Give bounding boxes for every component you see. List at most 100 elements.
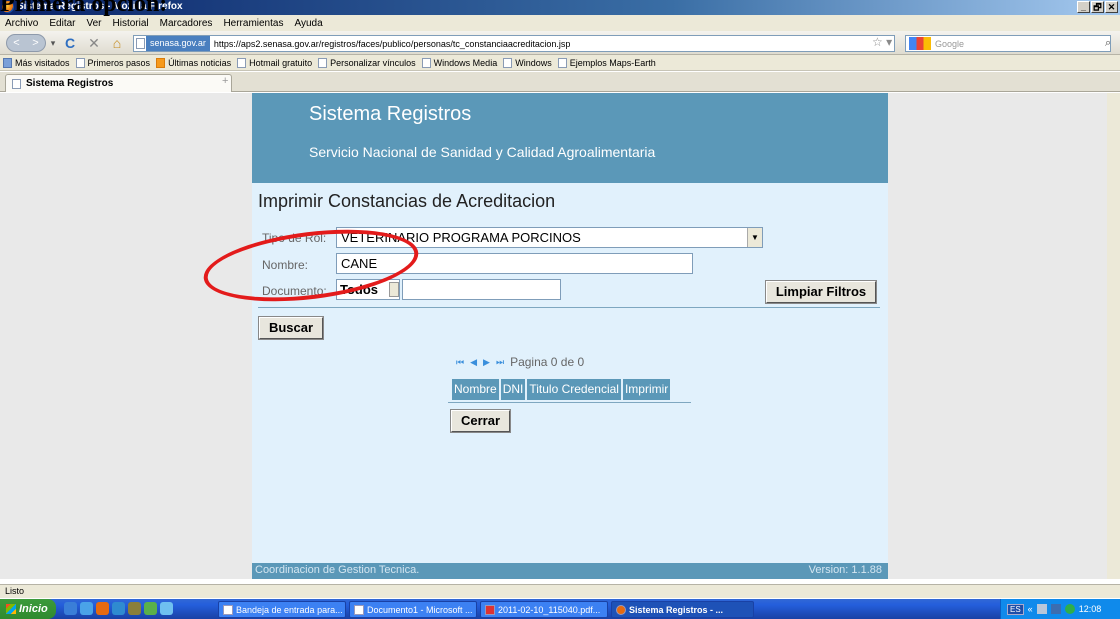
app-title: Sistema Registros (309, 103, 472, 125)
rss-icon (156, 57, 166, 68)
navigation-toolbar: < > ▾ C ✕ ⌂ senasa.gov.ar https://aps2.s… (0, 31, 1120, 55)
page-icon (503, 57, 513, 68)
browser-icon[interactable] (80, 602, 93, 615)
vertical-scrollbar[interactable] (1107, 93, 1120, 579)
pager: ⏮ ◀ ▶ ⏭ Pagina 0 de 0 (456, 355, 584, 369)
system-tray: ES « 12:08 (1000, 599, 1120, 619)
limpiar-filtros-button[interactable]: Limpiar Filtros (765, 280, 877, 304)
page-icon (237, 57, 247, 68)
url-bar[interactable]: senasa.gov.ar https://aps2.senasa.gov.ar… (133, 35, 895, 52)
buscar-button[interactable]: Buscar (258, 316, 324, 340)
forward-button[interactable]: > (32, 37, 38, 49)
menu-ayuda[interactable]: Ayuda (294, 18, 322, 29)
menu-editar[interactable]: Editar (49, 18, 75, 29)
bookmark-personalizar[interactable]: Personalizar vínculos (318, 57, 416, 68)
stop-icon[interactable]: ✕ (86, 35, 102, 52)
google-search-engine-icon[interactable] (909, 37, 931, 50)
page-count: Pagina 0 de 0 (510, 355, 585, 369)
internet-explorer-icon[interactable] (64, 602, 77, 615)
network-icon[interactable] (1050, 604, 1061, 614)
start-button[interactable]: Inicio (0, 599, 56, 619)
page-favicon-icon (136, 38, 145, 49)
page-title: Imprimir Constancias de Acreditacion (258, 191, 556, 211)
tab-sistema-registros[interactable]: Sistema Registros (5, 74, 232, 92)
footer-version: Version: 1.1.88 (808, 564, 882, 576)
status-bar: Listo (0, 584, 1120, 598)
app-icon[interactable] (160, 602, 173, 615)
window-controls: _ 🗗 ✕ (1077, 1, 1118, 13)
task-word[interactable]: Documento1 - Microsoft ... (349, 601, 477, 618)
tray-expand-icon[interactable]: « (1028, 604, 1033, 614)
firefox-icon (616, 604, 626, 615)
word-icon (354, 604, 364, 615)
app-footer: Coordinacion de Gestion Tecnica. Version… (252, 563, 888, 579)
grid-separator (448, 402, 691, 403)
next-page-icon[interactable]: ▶ (483, 357, 490, 368)
app-icon[interactable] (112, 602, 125, 615)
close-button[interactable]: ✕ (1105, 1, 1118, 13)
column-nombre[interactable]: Nombre (452, 379, 499, 400)
page-icon (318, 57, 328, 68)
column-titulo-credencial[interactable]: Titulo Credencial (527, 379, 621, 400)
bookmark-ejemplos-maps[interactable]: Ejemplos Maps-Earth (557, 57, 656, 68)
search-input[interactable]: Google (905, 35, 1111, 52)
new-tab-icon[interactable]: + (222, 75, 228, 87)
app-icon[interactable] (144, 602, 157, 615)
menu-archivo[interactable]: Archivo (5, 18, 38, 29)
tray-icon[interactable] (1036, 604, 1047, 614)
bookmark-windows-media[interactable]: Windows Media (421, 57, 497, 68)
task-firefox[interactable]: Sistema Registros - ... (611, 601, 754, 618)
home-icon[interactable]: ⌂ (109, 35, 125, 52)
documento-input[interactable] (402, 279, 561, 300)
back-forward-buttons: < > (6, 34, 46, 52)
bookmark-mas-visitados[interactable]: Más visitados (3, 57, 70, 68)
prev-page-icon[interactable]: ◀ (470, 357, 477, 368)
windows-taskbar: Inicio Bandeja de entrada para... Docume… (0, 599, 1120, 619)
tray-icon[interactable] (1064, 604, 1075, 614)
page-icon (12, 78, 21, 89)
task-pdf[interactable]: 2011-02-10_115040.pdf... (480, 601, 608, 618)
cerrar-button[interactable]: Cerrar (450, 409, 511, 433)
bookmark-hotmail[interactable]: Hotmail gratuito (237, 57, 312, 68)
menu-bar: Archivo Editar Ver Historial Marcadores … (0, 15, 1120, 31)
footer-organization: Coordinacion de Gestion Tecnica. (255, 564, 420, 576)
first-page-icon[interactable]: ⏮ (456, 357, 464, 368)
most-visited-icon (3, 57, 12, 68)
bookmark-primeros-pasos[interactable]: Primeros pasos (75, 57, 150, 68)
task-outlook[interactable]: Bandeja de entrada para... (218, 601, 346, 618)
windows-logo-icon (6, 604, 16, 614)
bookmark-windows[interactable]: Windows (503, 57, 552, 68)
bookmarks-toolbar: Más visitados Primeros pasos Últimas not… (0, 55, 1120, 71)
mail-icon (223, 604, 233, 615)
minimize-button[interactable]: _ (1077, 1, 1090, 13)
reload-icon[interactable]: C (62, 35, 78, 52)
document-heading: Primera opción: (0, 0, 168, 17)
search-icon[interactable]: ⌕ (1105, 37, 1111, 50)
menu-ver[interactable]: Ver (86, 18, 101, 29)
chevron-down-icon[interactable]: ▼ (747, 228, 762, 247)
pdf-icon (485, 604, 495, 615)
last-page-icon[interactable]: ⏭ (496, 357, 504, 368)
bookmark-star-icon[interactable]: ☆ ▾ (872, 35, 892, 49)
history-dropdown-icon[interactable]: ▾ (48, 35, 58, 52)
column-dni[interactable]: DNI (500, 379, 526, 400)
window-titlebar: Sistema Registros - Mozilla Firefox _ 🗗 … (0, 0, 1120, 15)
form-separator (258, 307, 880, 308)
bookmark-ultimas-noticias[interactable]: Últimas noticias (156, 57, 231, 68)
tab-bar: Sistema Registros + (0, 72, 1120, 92)
column-imprimir[interactable]: Imprimir (622, 379, 671, 400)
language-indicator[interactable]: ES (1007, 603, 1024, 615)
status-text: Listo (5, 586, 25, 596)
chevron-down-icon[interactable] (389, 282, 399, 297)
back-button[interactable]: < (13, 37, 19, 49)
site-identity-badge[interactable]: senasa.gov.ar (146, 36, 210, 51)
menu-herramientas[interactable]: Herramientas (223, 18, 283, 29)
clock: 12:08 (1078, 604, 1102, 614)
firefox-icon[interactable] (96, 602, 109, 615)
url-text: https://aps2.senasa.gov.ar/registros/fac… (213, 38, 571, 49)
menu-historial[interactable]: Historial (113, 18, 149, 29)
page-icon (75, 57, 85, 68)
app-icon[interactable] (128, 602, 141, 615)
maximize-button[interactable]: 🗗 (1091, 1, 1104, 13)
menu-marcadores[interactable]: Marcadores (160, 18, 213, 29)
